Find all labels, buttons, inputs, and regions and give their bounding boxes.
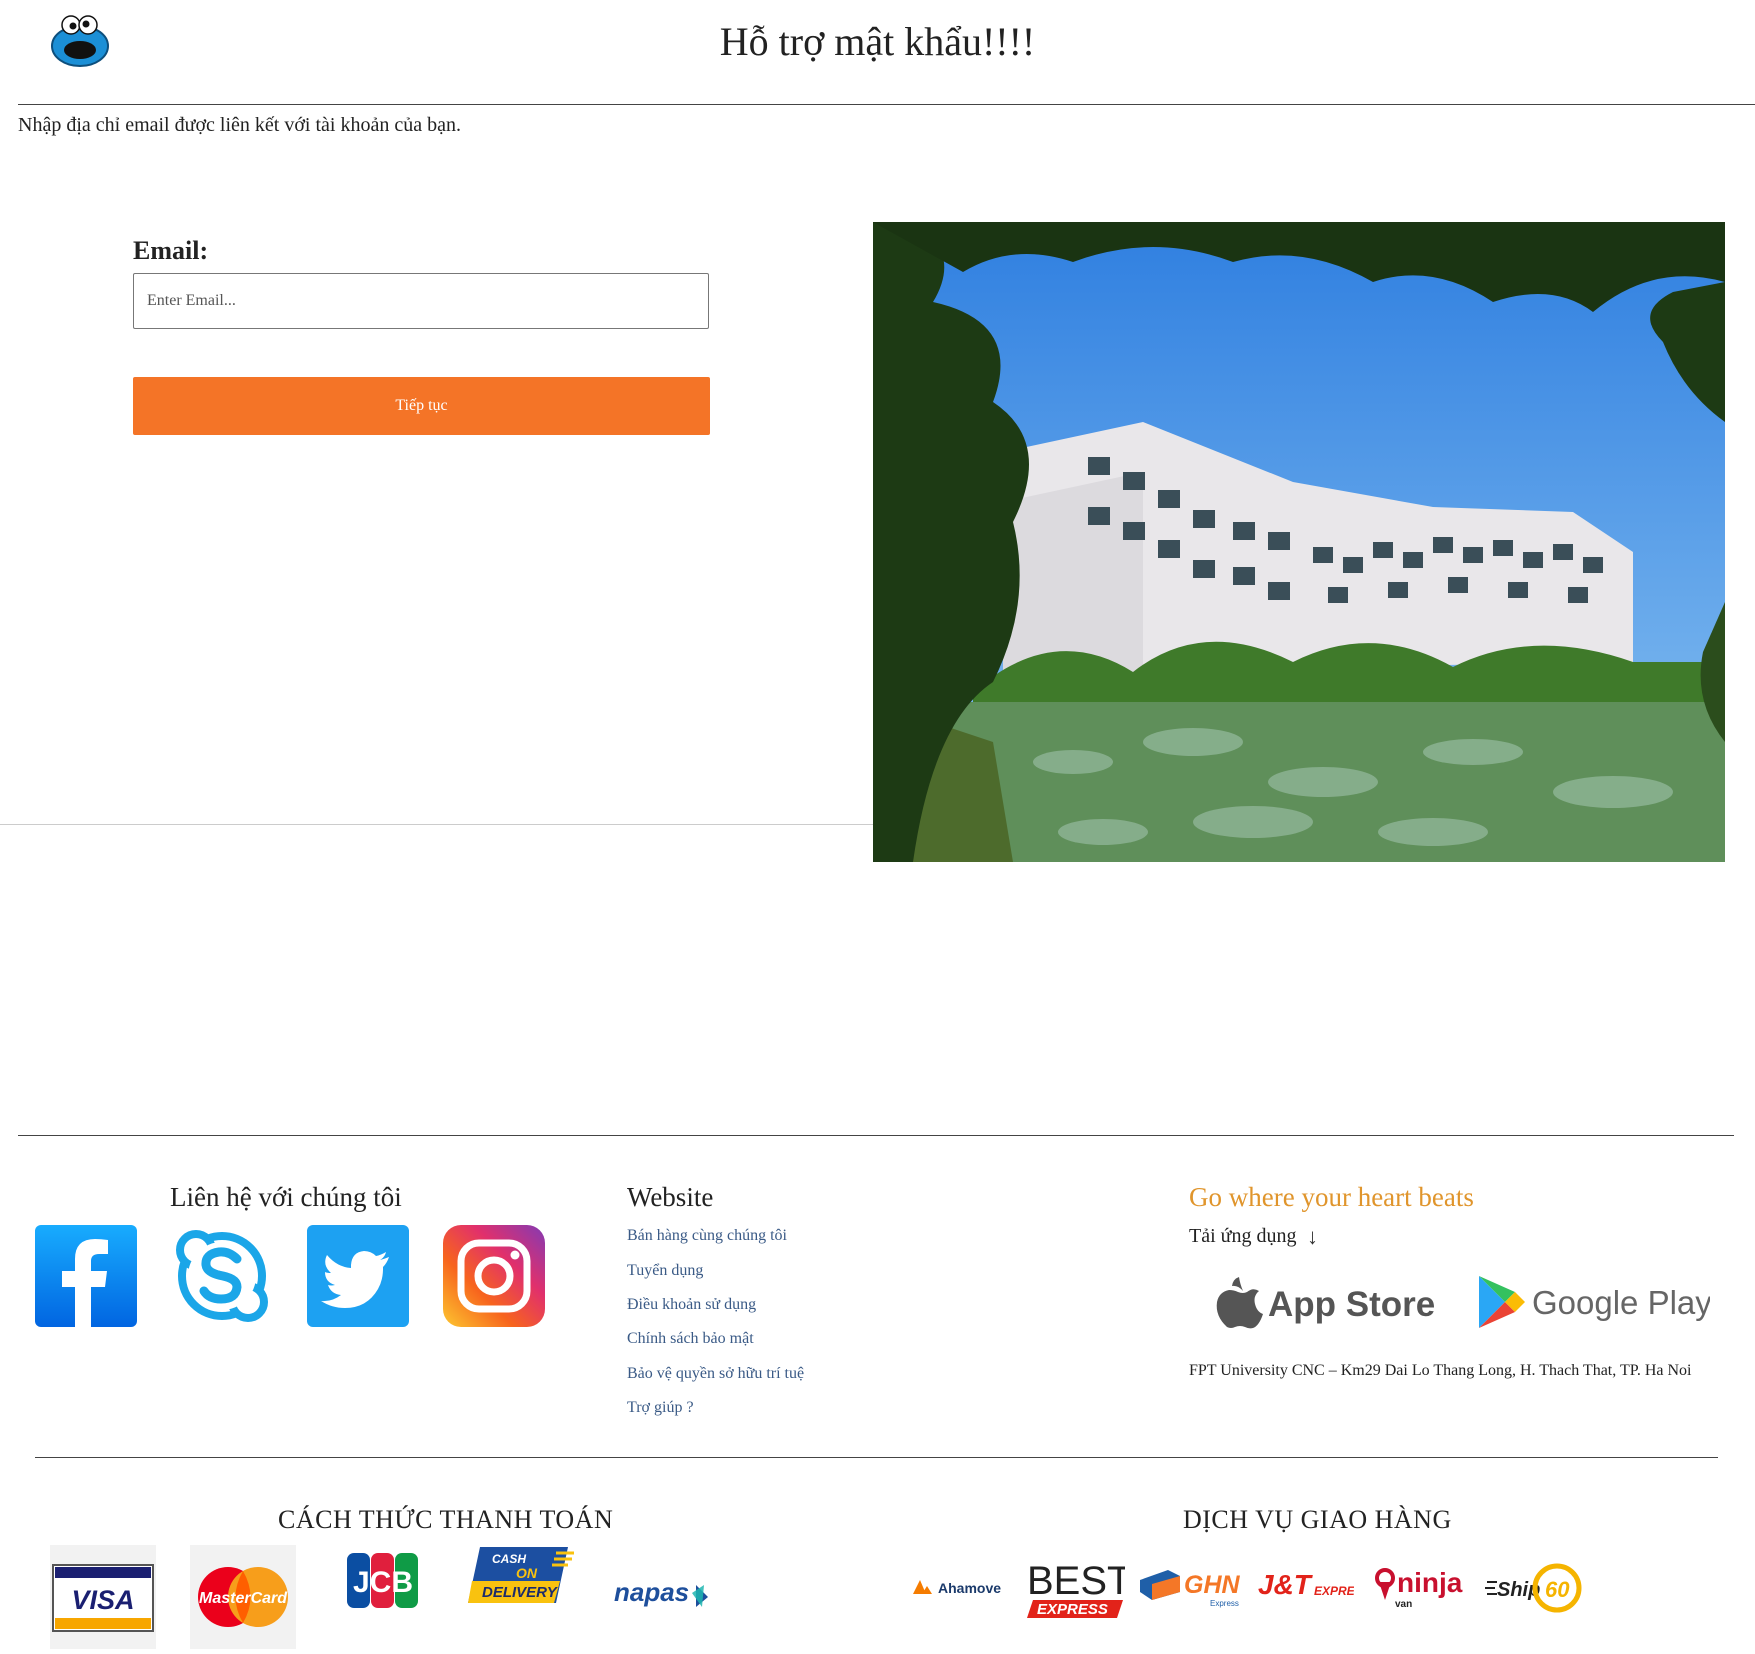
ship60-number-text: 60	[1545, 1577, 1570, 1602]
google-play-badge[interactable]: Google Play	[1475, 1268, 1712, 1338]
header-divider	[18, 104, 1755, 105]
best-text: BEST	[1027, 1559, 1125, 1603]
link-careers[interactable]: Tuyển dụng	[627, 1262, 703, 1280]
link-help[interactable]: Trợ giúp ?	[627, 1399, 694, 1417]
instruction-text: Nhập địa chỉ email được liên kết với tài…	[18, 114, 461, 136]
cod-cash-text: CASH	[492, 1552, 526, 1566]
ghn-text: GHN	[1184, 1571, 1241, 1599]
campus-photo	[873, 222, 1725, 862]
download-app-label: Tải ứng dụng	[1189, 1225, 1297, 1247]
ninja-van-logo: ninja van	[1375, 1562, 1467, 1612]
section-divider	[0, 824, 880, 825]
ninja-van-text: van	[1395, 1599, 1412, 1610]
jcb-text: JCB	[353, 1566, 413, 1599]
ninja-text: ninja	[1397, 1567, 1463, 1598]
continue-button[interactable]: Tiếp tục	[133, 377, 710, 435]
mastercard-logo: MasterCard	[190, 1545, 296, 1649]
ahamove-logo: Ahamove	[910, 1572, 1010, 1602]
visa-logo: VISA	[50, 1545, 156, 1649]
link-sell-with-us[interactable]: Bán hàng cùng chúng tôi	[627, 1227, 787, 1245]
cash-on-delivery-logo: CASH ON DELIVERY	[468, 1545, 576, 1649]
best-express-text: EXPRESS	[1037, 1601, 1108, 1618]
link-privacy-policy[interactable]: Chính sách bảo mật	[627, 1330, 754, 1348]
link-terms-of-use[interactable]: Điều khoản sử dụng	[627, 1296, 756, 1314]
footer-divider-bottom	[35, 1457, 1718, 1458]
arrow-down-icon: ↓	[1307, 1224, 1318, 1249]
page-title: Hỗ trợ mật khẩu!!!!	[719, 19, 1036, 64]
napas-logo: napas	[612, 1545, 712, 1649]
napas-text: napas	[614, 1577, 689, 1607]
contact-heading: Liên hệ với chúng tôi	[170, 1182, 402, 1212]
app-store-label: App Store	[1268, 1285, 1435, 1324]
google-play-label: Google Play	[1532, 1284, 1710, 1321]
ghn-express-text: Express	[1210, 1599, 1239, 1608]
ship60-logo: Ship 60	[1485, 1560, 1585, 1616]
shipping-services-heading: DỊCH VỤ GIAO HÀNG	[1183, 1505, 1452, 1534]
footer-divider-top	[18, 1135, 1734, 1136]
website-heading: Website	[627, 1182, 714, 1212]
twitter-icon[interactable]	[307, 1225, 409, 1327]
jt-express-logo: J&T EXPRESS	[1258, 1566, 1371, 1606]
visa-text: VISA	[71, 1585, 134, 1615]
app-store-badge[interactable]: App Store	[1205, 1268, 1440, 1338]
cod-delivery-text: DELIVERY	[482, 1584, 559, 1601]
skype-icon[interactable]	[171, 1225, 273, 1327]
email-label: Email:	[133, 236, 209, 265]
instagram-icon[interactable]	[443, 1225, 545, 1327]
best-express-logo: BEST EXPRESS	[1025, 1558, 1131, 1624]
jt-text: J&T	[1258, 1569, 1314, 1600]
address-text: FPT University CNC – Km29 Dai Lo Thang L…	[1189, 1362, 1692, 1379]
mastercard-text: MasterCard	[199, 1590, 288, 1607]
ghn-logo: GHN Express	[1138, 1562, 1244, 1612]
cod-on-text: ON	[516, 1565, 538, 1581]
facebook-icon[interactable]	[35, 1225, 137, 1327]
link-ip-protection[interactable]: Bảo vệ quyền sở hữu trí tuệ	[627, 1365, 804, 1383]
ahamove-text: Ahamove	[938, 1580, 1001, 1596]
slogan: Go where your heart beats	[1189, 1182, 1474, 1212]
email-input[interactable]	[133, 273, 709, 329]
jcb-logo: JCB	[345, 1545, 420, 1649]
jt-express-text: EXPRESS	[1314, 1584, 1354, 1598]
payment-methods-heading: CÁCH THỨC THANH TOÁN	[278, 1505, 614, 1534]
